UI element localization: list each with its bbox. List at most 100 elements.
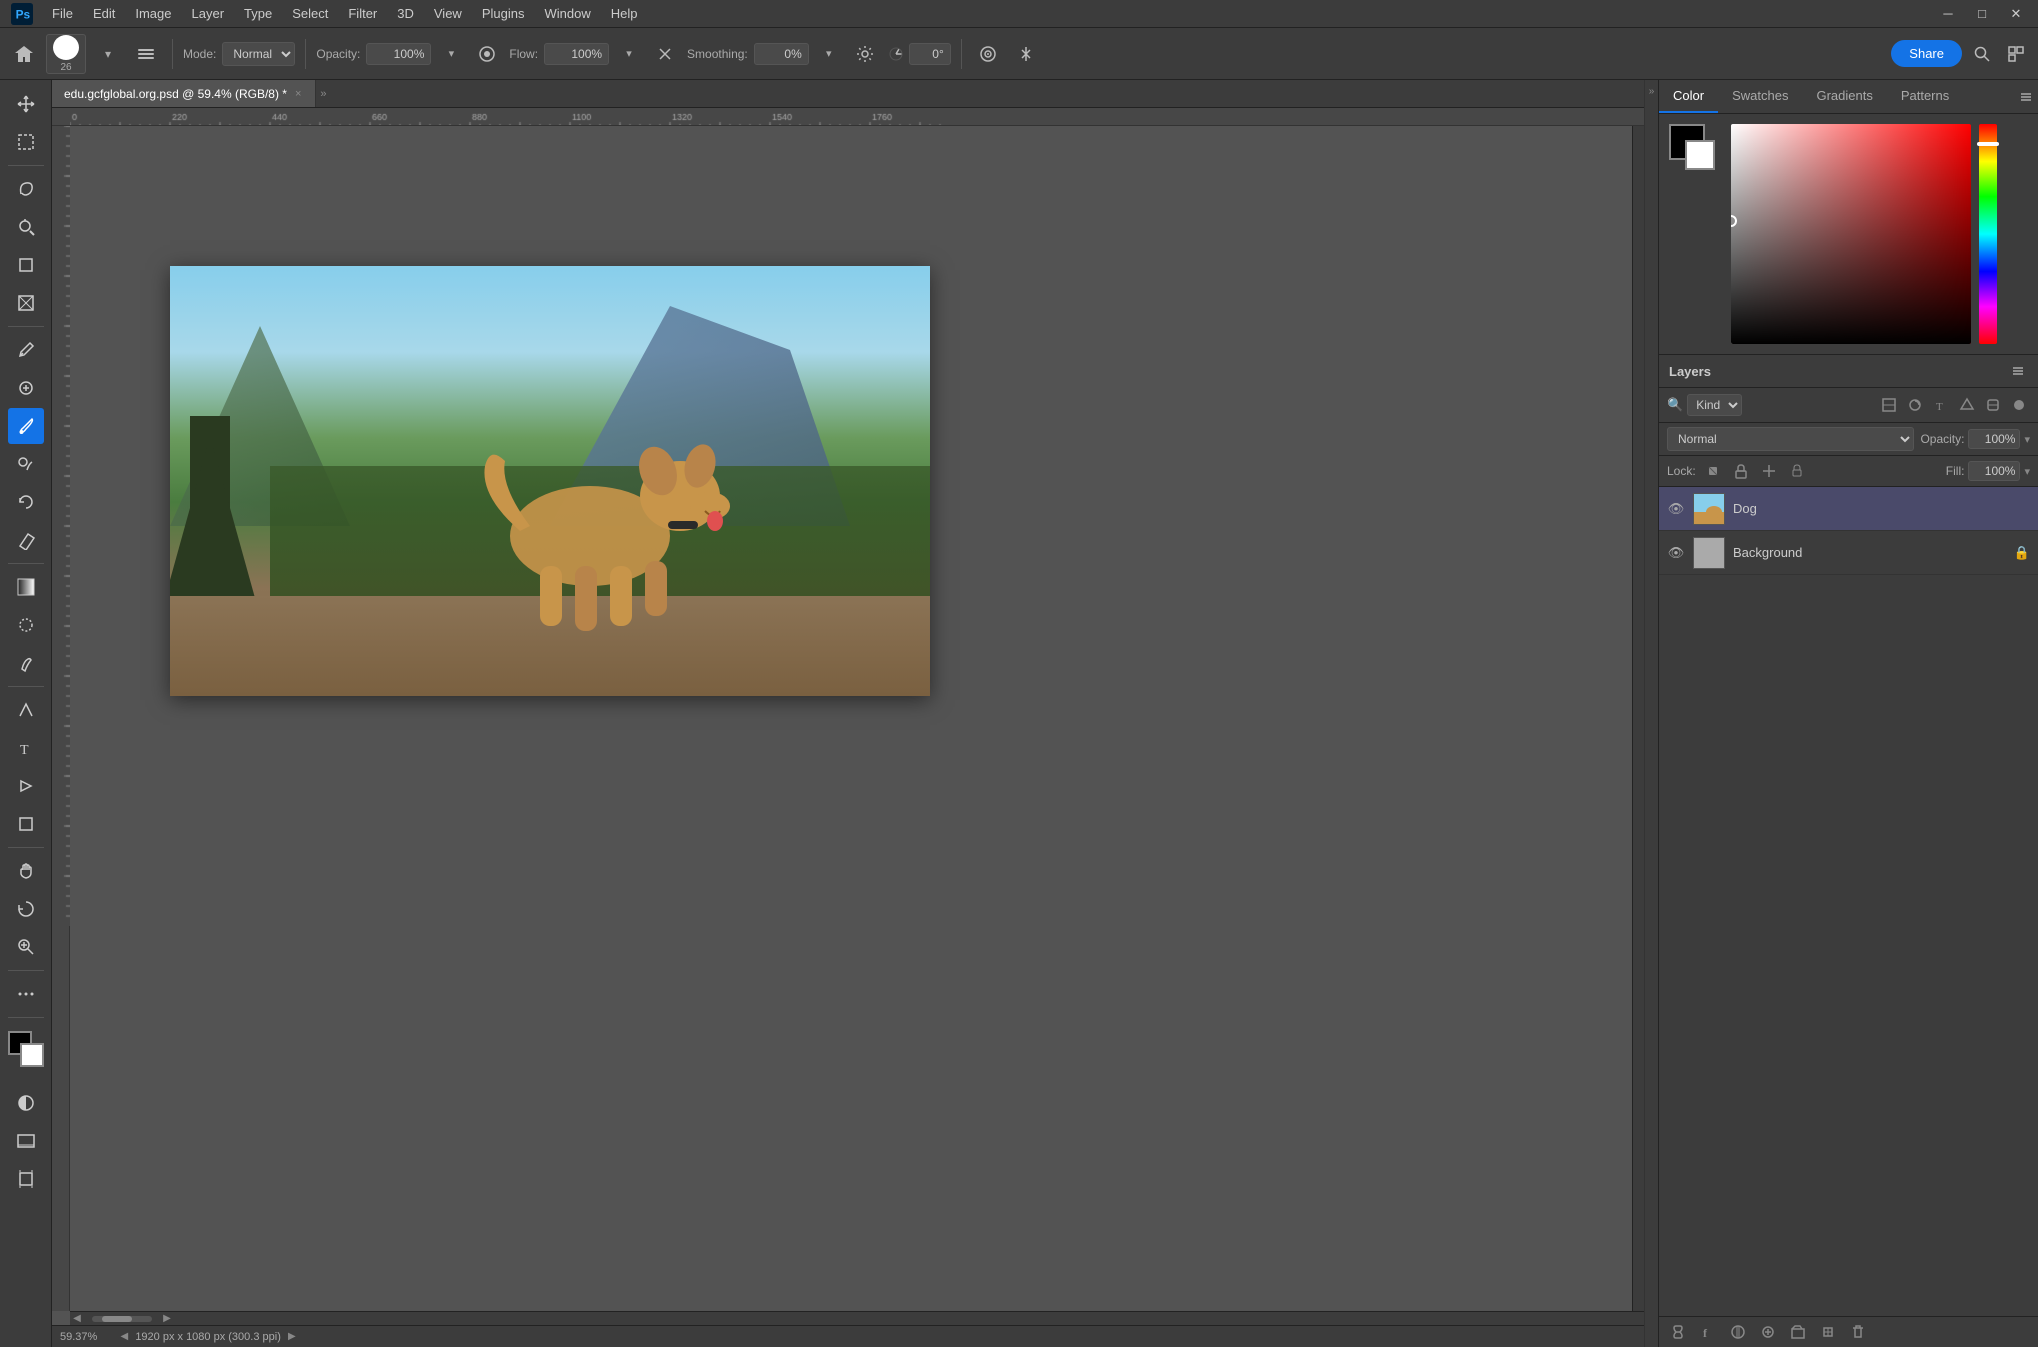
move-tool[interactable] xyxy=(8,86,44,122)
quick-mask-button[interactable] xyxy=(8,1085,44,1121)
brush-tool[interactable] xyxy=(8,408,44,444)
lock-all-button[interactable] xyxy=(1786,460,1808,482)
dodge-tool[interactable] xyxy=(8,645,44,681)
type-tool[interactable]: T xyxy=(8,730,44,766)
fill-chevron-icon[interactable]: ▾ xyxy=(2024,465,2030,478)
more-tools-button[interactable] xyxy=(8,976,44,1012)
color-panel-menu-icon[interactable] xyxy=(2014,85,2038,109)
brush-picker-button[interactable]: 26 xyxy=(46,34,86,74)
right-panel-collapse-button[interactable]: » xyxy=(1644,80,1658,1347)
canvas-image[interactable] xyxy=(170,266,930,696)
document-tab[interactable]: edu.gcfglobal.org.psd @ 59.4% (RGB/8) * … xyxy=(52,80,316,107)
shape-tool[interactable] xyxy=(8,806,44,842)
lock-image-button[interactable] xyxy=(1730,460,1752,482)
history-brush-tool[interactable] xyxy=(8,484,44,520)
brush-preset-button[interactable] xyxy=(130,38,162,70)
filter-shape-icon[interactable] xyxy=(1956,394,1978,416)
menu-filter[interactable]: Filter xyxy=(340,4,385,23)
layer-visibility-eye[interactable]: 👁 xyxy=(1667,500,1685,518)
chevron-down-icon[interactable]: ▾ xyxy=(92,38,124,70)
menu-edit[interactable]: Edit xyxy=(85,4,123,23)
menu-plugins[interactable]: Plugins xyxy=(474,4,533,23)
scroll-right-button[interactable]: ▶ xyxy=(160,1312,174,1326)
frame-tool[interactable] xyxy=(8,285,44,321)
mode-select[interactable]: Normal xyxy=(222,42,295,66)
pen-tool[interactable] xyxy=(8,692,44,728)
layers-kind-select[interactable]: Kind xyxy=(1687,394,1742,416)
flow-input[interactable] xyxy=(544,43,609,65)
search-icon[interactable] xyxy=(1968,40,1996,68)
opacity-chevron-icon[interactable]: ▾ xyxy=(437,40,465,68)
close-button[interactable]: ✕ xyxy=(2002,0,2030,28)
filter-pixel-icon[interactable] xyxy=(1878,394,1900,416)
layers-search-icon[interactable]: 🔍 xyxy=(1667,397,1683,413)
share-button[interactable]: Share xyxy=(1891,40,1962,67)
clone-stamp-tool[interactable] xyxy=(8,446,44,482)
symmetry-icon[interactable] xyxy=(1010,38,1042,70)
tab-gradients[interactable]: Gradients xyxy=(1802,80,1886,113)
eyedropper-tool[interactable] xyxy=(8,332,44,368)
color-fg-bg-pair[interactable] xyxy=(1669,124,1721,176)
erase-airbrush-button[interactable] xyxy=(649,38,681,70)
filter-adjustment-icon[interactable] xyxy=(1904,394,1926,416)
color-gradient-picker[interactable] xyxy=(1731,124,1971,344)
link-layers-button[interactable] xyxy=(1667,1321,1689,1343)
eraser-tool[interactable] xyxy=(8,522,44,558)
menu-type[interactable]: Type xyxy=(236,4,280,23)
filter-smart-icon[interactable] xyxy=(1982,394,2004,416)
smoothing-chevron-icon[interactable]: ▾ xyxy=(815,40,843,68)
path-selection-tool[interactable] xyxy=(8,768,44,804)
tab-swatches[interactable]: Swatches xyxy=(1718,80,1802,113)
layout-icon[interactable] xyxy=(2002,40,2030,68)
lasso-tool[interactable] xyxy=(8,171,44,207)
background-color-box[interactable] xyxy=(1685,140,1715,170)
wand-tool[interactable] xyxy=(8,209,44,245)
blend-mode-select[interactable]: Normal xyxy=(1667,427,1914,451)
hue-slider[interactable] xyxy=(1979,124,1997,344)
add-adjustment-button[interactable] xyxy=(1757,1321,1779,1343)
add-style-button[interactable]: f xyxy=(1697,1321,1719,1343)
menu-file[interactable]: File xyxy=(44,4,81,23)
menu-image[interactable]: Image xyxy=(127,4,179,23)
collapse-right-arrow[interactable]: » xyxy=(320,88,326,100)
opacity-chevron-icon[interactable]: ▾ xyxy=(2024,433,2030,446)
crop-tool[interactable] xyxy=(8,247,44,283)
fill-value-input[interactable] xyxy=(1968,461,2020,481)
maximize-button[interactable]: □ xyxy=(1968,0,1996,28)
menu-layer[interactable]: Layer xyxy=(184,4,233,23)
status-prev-button[interactable]: ◀ xyxy=(117,1330,131,1344)
canvas-viewport[interactable] xyxy=(70,126,1632,1311)
status-next-button[interactable]: ▶ xyxy=(285,1330,299,1344)
menu-view[interactable]: View xyxy=(426,4,470,23)
add-mask-button[interactable] xyxy=(1727,1321,1749,1343)
menu-select[interactable]: Select xyxy=(284,4,336,23)
opacity-value-input[interactable] xyxy=(1968,429,2020,449)
blur-tool[interactable] xyxy=(8,607,44,643)
close-tab-button[interactable]: × xyxy=(293,87,303,101)
tab-patterns[interactable]: Patterns xyxy=(1887,80,1963,113)
minimize-button[interactable]: ─ xyxy=(1934,0,1962,28)
delete-layer-button[interactable] xyxy=(1847,1321,1869,1343)
filter-dot-button[interactable] xyxy=(2008,394,2030,416)
filter-type-icon[interactable]: T xyxy=(1930,394,1952,416)
lock-transparent-button[interactable] xyxy=(1702,460,1724,482)
artboard-tool[interactable] xyxy=(8,1161,44,1197)
layer-item[interactable]: 👁 Background 🔒 xyxy=(1659,531,2038,575)
layers-panel-menu-icon[interactable] xyxy=(2008,361,2028,381)
tab-color[interactable]: Color xyxy=(1659,80,1718,113)
angle-input[interactable] xyxy=(909,43,951,65)
background-color[interactable] xyxy=(20,1043,44,1067)
color-swatches[interactable] xyxy=(8,1031,44,1067)
zoom-tool[interactable] xyxy=(8,929,44,965)
lock-position-button[interactable] xyxy=(1758,460,1780,482)
healing-brush-tool[interactable] xyxy=(8,370,44,406)
menu-3d[interactable]: 3D xyxy=(389,4,422,23)
rotate-view-tool[interactable] xyxy=(8,891,44,927)
gradient-tool[interactable] xyxy=(8,569,44,605)
horizontal-scrollbar[interactable]: ◀ ▶ xyxy=(70,1311,1644,1325)
create-group-button[interactable] xyxy=(1787,1321,1809,1343)
target-icon[interactable] xyxy=(972,38,1004,70)
menu-window[interactable]: Window xyxy=(536,4,598,23)
menu-help[interactable]: Help xyxy=(603,4,646,23)
opacity-input[interactable] xyxy=(366,43,431,65)
